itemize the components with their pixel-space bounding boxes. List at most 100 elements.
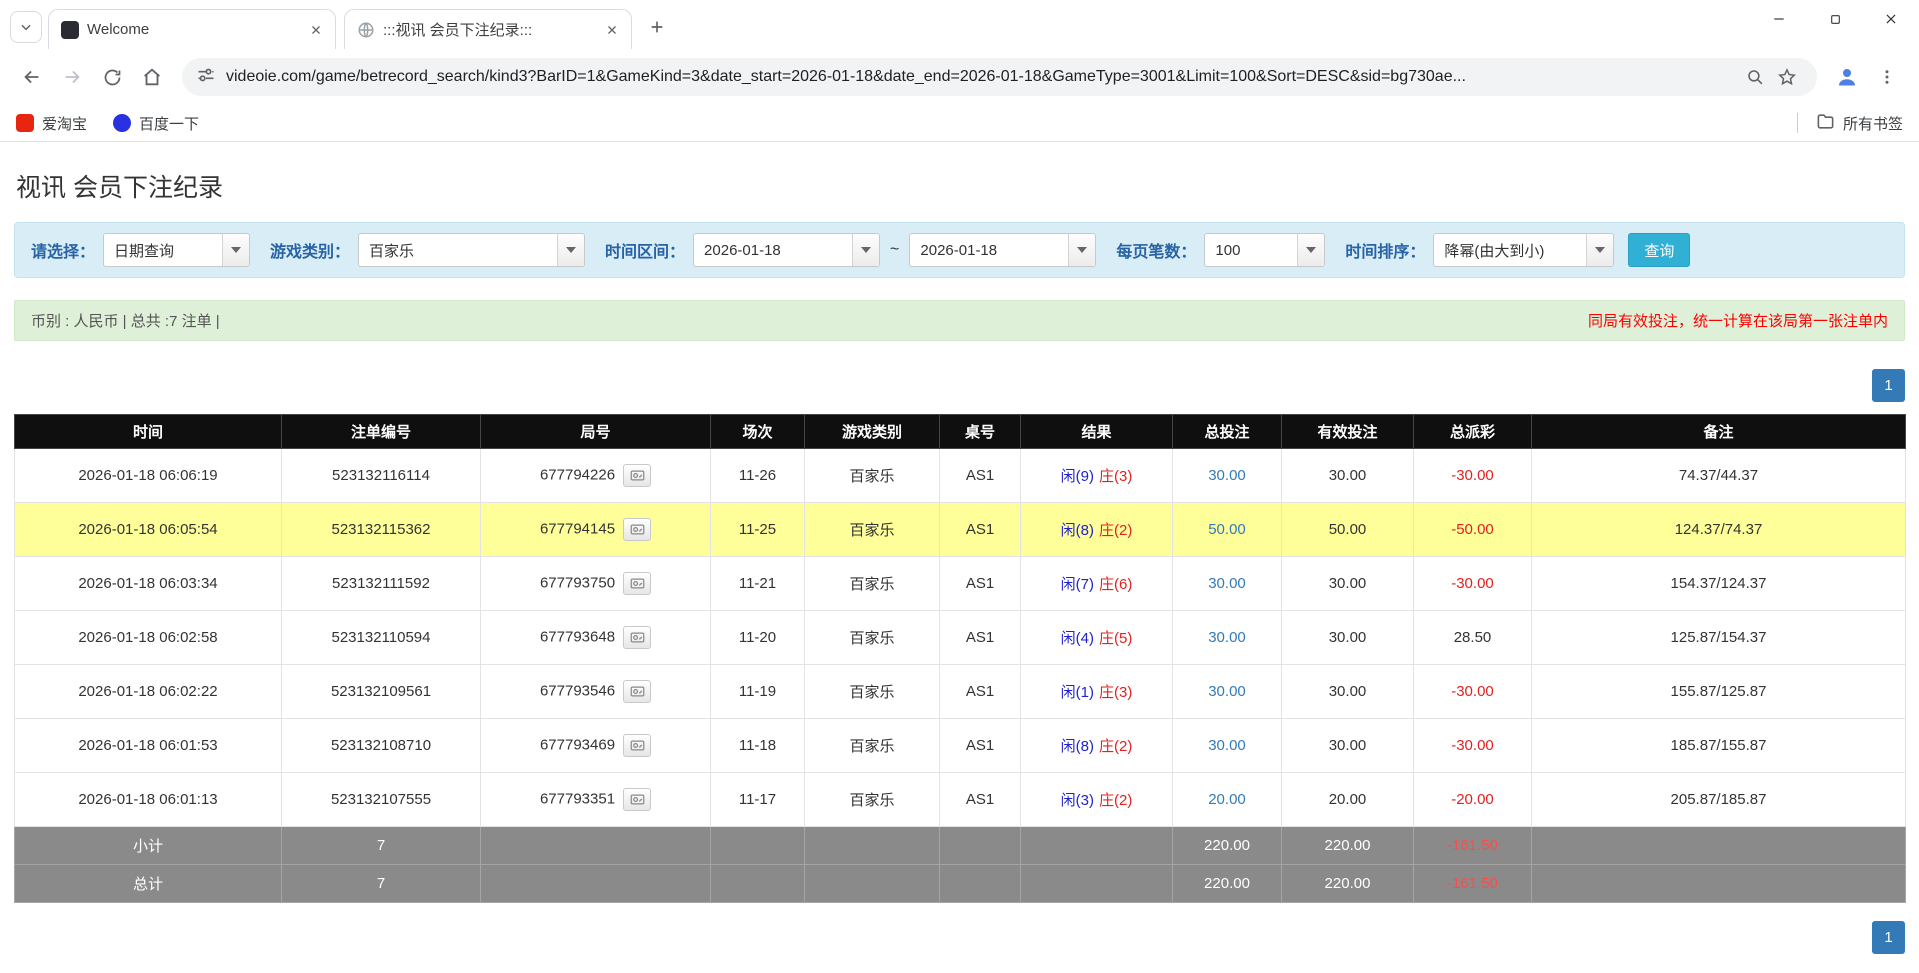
round-video-icon[interactable]	[623, 626, 651, 649]
browser-tab-welcome[interactable]: Welcome	[48, 9, 336, 49]
round-video-icon[interactable]	[623, 680, 651, 703]
sort-order-select[interactable]: 降幂(由大到小)	[1433, 233, 1614, 267]
bookmark-aitaobao[interactable]: 爱淘宝	[16, 113, 87, 134]
col-header-bet-id: 注单编号	[282, 415, 481, 449]
per-page-select[interactable]: 100	[1204, 233, 1325, 267]
table-row: 2026-01-18 06:06:19 523132116114 6777942…	[15, 449, 1906, 503]
cell-total-bet: 20.00	[1173, 773, 1282, 827]
cell-table: AS1	[940, 665, 1021, 719]
new-tab-button[interactable]	[640, 10, 674, 44]
bookmarks-divider	[1797, 113, 1798, 133]
chevron-down-icon	[852, 234, 879, 266]
result-player: 闲(4)	[1061, 630, 1094, 647]
tab-close-icon[interactable]	[305, 19, 327, 41]
date-end-input[interactable]: 2026-01-18	[909, 233, 1096, 267]
bookmark-star-icon[interactable]	[1771, 61, 1803, 93]
sort-order-value: 降幂(由大到小)	[1434, 234, 1586, 266]
round-video-icon[interactable]	[623, 788, 651, 811]
tab-close-icon[interactable]	[601, 19, 623, 41]
cell-total-bet: 30.00	[1173, 557, 1282, 611]
date-start-input[interactable]: 2026-01-18	[693, 233, 880, 267]
col-header-table: 桌号	[940, 415, 1021, 449]
round-number: 677793648	[540, 628, 615, 645]
total-bet-link[interactable]: 30.00	[1208, 629, 1246, 646]
cell-table: AS1	[940, 449, 1021, 503]
page-1-button[interactable]: 1	[1872, 921, 1905, 954]
cell-round: 677793546	[481, 665, 711, 719]
cell-session: 11-18	[711, 719, 805, 773]
subtotal-payout: -161.50	[1414, 827, 1532, 865]
window-close-button[interactable]	[1863, 0, 1919, 38]
url-bar[interactable]: videoie.com/game/betrecord_search/kind3?…	[182, 58, 1817, 96]
window-minimize-button[interactable]	[1751, 0, 1807, 38]
round-video-icon[interactable]	[623, 572, 651, 595]
bet-records-table: 时间 注单编号 局号 场次 游戏类别 桌号 结果 总投注 有效投注 总派彩 备注…	[14, 414, 1906, 903]
total-bet-link[interactable]: 30.00	[1208, 737, 1246, 754]
back-button[interactable]	[12, 57, 52, 97]
cell-note: 125.87/154.37	[1532, 611, 1906, 665]
search-button[interactable]: 查询	[1628, 233, 1690, 267]
result-player: 闲(9)	[1061, 468, 1094, 485]
bookmark-baidu[interactable]: 百度一下	[113, 113, 199, 134]
cell-payout: -50.00	[1414, 503, 1532, 557]
cell-bet-id: 523132108710	[282, 719, 481, 773]
browser-tab-betrecord[interactable]: :::视讯 会员下注纪录:::	[344, 9, 632, 49]
cell-time: 2026-01-18 06:02:58	[15, 611, 282, 665]
reload-button[interactable]	[92, 57, 132, 97]
total-bet-link[interactable]: 30.00	[1208, 683, 1246, 700]
cell-bet-id: 523132116114	[282, 449, 481, 503]
home-button[interactable]	[132, 57, 172, 97]
all-bookmarks-folder[interactable]: 所有书签	[1816, 112, 1903, 135]
cell-game: 百家乐	[805, 773, 940, 827]
cell-payout: -30.00	[1414, 449, 1532, 503]
round-number: 677794226	[540, 466, 615, 483]
query-type-select[interactable]: 日期查询	[103, 233, 250, 267]
baidu-icon	[113, 114, 131, 132]
forward-button[interactable]	[52, 57, 92, 97]
tab-strip: Welcome :::视讯 会员下注纪录:::	[0, 0, 1919, 49]
query-type-label: 请选择：	[31, 238, 95, 262]
cell-table: AS1	[940, 503, 1021, 557]
round-number: 677793750	[540, 574, 615, 591]
aitaobao-icon	[16, 114, 34, 132]
cell-session: 11-25	[711, 503, 805, 557]
menu-kebab-icon[interactable]	[1867, 57, 1907, 97]
cell-game: 百家乐	[805, 611, 940, 665]
round-number: 677793469	[540, 736, 615, 753]
site-info-tune-icon[interactable]	[196, 65, 216, 90]
total-bet-link[interactable]: 30.00	[1208, 575, 1246, 592]
round-video-icon[interactable]	[623, 464, 651, 487]
round-video-icon[interactable]	[623, 518, 651, 541]
cell-note: 155.87/125.87	[1532, 665, 1906, 719]
page-1-button[interactable]: 1	[1872, 369, 1905, 402]
filter-bar: 请选择： 日期查询 游戏类别： 百家乐 时间区间： 2026-01-18 ~ 2…	[14, 222, 1905, 278]
total-label: 总计	[15, 865, 282, 903]
cell-note: 124.37/74.37	[1532, 503, 1906, 557]
cell-total-bet: 30.00	[1173, 719, 1282, 773]
col-header-time: 时间	[15, 415, 282, 449]
game-kind-select[interactable]: 百家乐	[358, 233, 585, 267]
total-bet-link[interactable]: 30.00	[1208, 467, 1246, 484]
total-bet-link[interactable]: 50.00	[1208, 521, 1246, 538]
date-start-value: 2026-01-18	[694, 234, 852, 266]
total-payout: -161.50	[1414, 865, 1532, 903]
window-maximize-button[interactable]	[1807, 0, 1863, 38]
result-banker: 庄(5)	[1099, 630, 1132, 647]
round-number: 677793351	[540, 790, 615, 807]
cell-total-bet: 30.00	[1173, 449, 1282, 503]
cell-note: 205.87/185.87	[1532, 773, 1906, 827]
zoom-icon[interactable]	[1739, 61, 1771, 93]
cell-round: 677793750	[481, 557, 711, 611]
query-type-value: 日期查询	[104, 234, 222, 266]
cell-round: 677794145	[481, 503, 711, 557]
round-video-icon[interactable]	[623, 734, 651, 757]
subtotal-total-bet: 220.00	[1173, 827, 1282, 865]
tab-search-chevron-icon[interactable]	[10, 11, 42, 43]
total-bet-link[interactable]: 20.00	[1208, 791, 1246, 808]
cell-result: 闲(4) 庄(5)	[1021, 611, 1173, 665]
table-row: 2026-01-18 06:02:22 523132109561 6777935…	[15, 665, 1906, 719]
cell-session: 11-17	[711, 773, 805, 827]
subtotal-row: 小计 7 220.00 220.00 -161.50	[15, 827, 1906, 865]
profile-avatar-icon[interactable]	[1827, 57, 1867, 97]
cell-bet-id: 523132111592	[282, 557, 481, 611]
